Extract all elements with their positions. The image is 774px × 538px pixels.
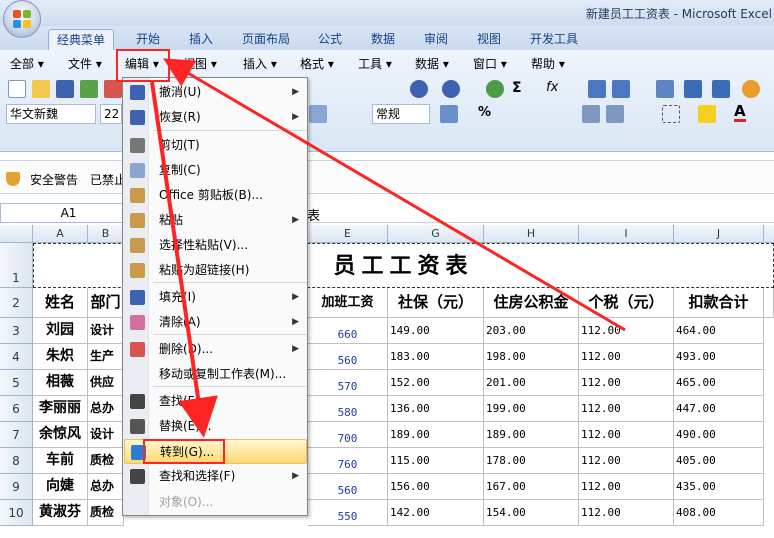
arrow-to-edit-menu [163,58,626,332]
arrow-to-goto [150,81,218,438]
excel-window: 新建员工工资表 - Microsoft Excel 经典菜单 开始 插入 页面布… [0,0,774,538]
edit-menu-highlight [116,49,170,82]
goto-highlight [143,439,225,464]
